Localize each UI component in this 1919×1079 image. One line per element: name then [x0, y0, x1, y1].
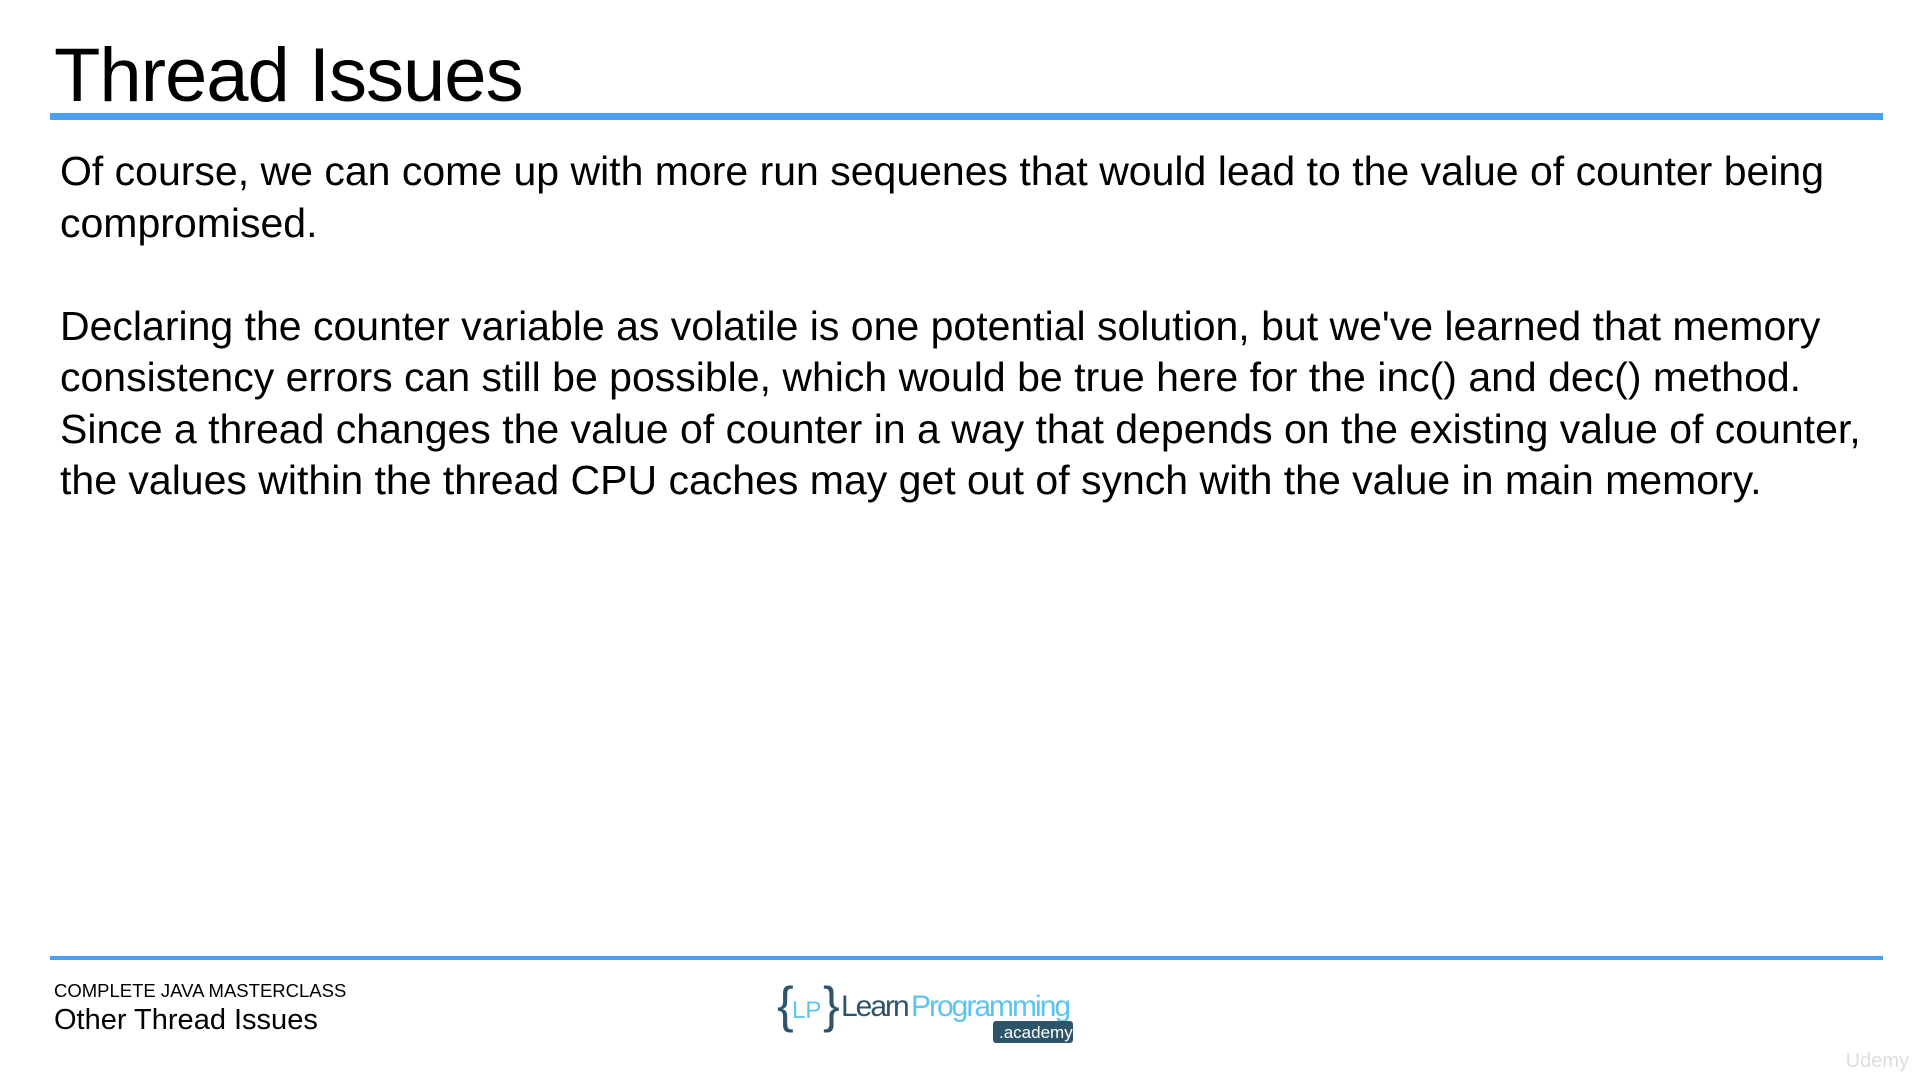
- slide-title: Thread Issues: [54, 33, 524, 118]
- learnprogramming-logo: { LP } Learn Programming .academy: [777, 977, 1073, 1043]
- svg-text:.academy: .academy: [999, 1023, 1073, 1042]
- lecture-name: Other Thread Issues: [54, 1004, 318, 1036]
- paragraph: Declaring the counter variable as volati…: [60, 302, 1861, 504]
- slide-body: Of course, we can come up with more run …: [60, 146, 1880, 558]
- title-divider: [50, 113, 1883, 120]
- svg-text:Learn: Learn: [841, 990, 908, 1023]
- course-name: COMPLETE JAVA MASTERCLASS: [54, 980, 347, 1001]
- svg-text:}: }: [823, 977, 840, 1033]
- udemy-watermark: Udemy: [1845, 1050, 1909, 1072]
- svg-text:LP: LP: [792, 997, 821, 1024]
- footer-divider: [50, 956, 1883, 960]
- paragraph: Of course, we can come up with more run …: [60, 148, 1825, 246]
- svg-text:Programming: Programming: [911, 990, 1069, 1023]
